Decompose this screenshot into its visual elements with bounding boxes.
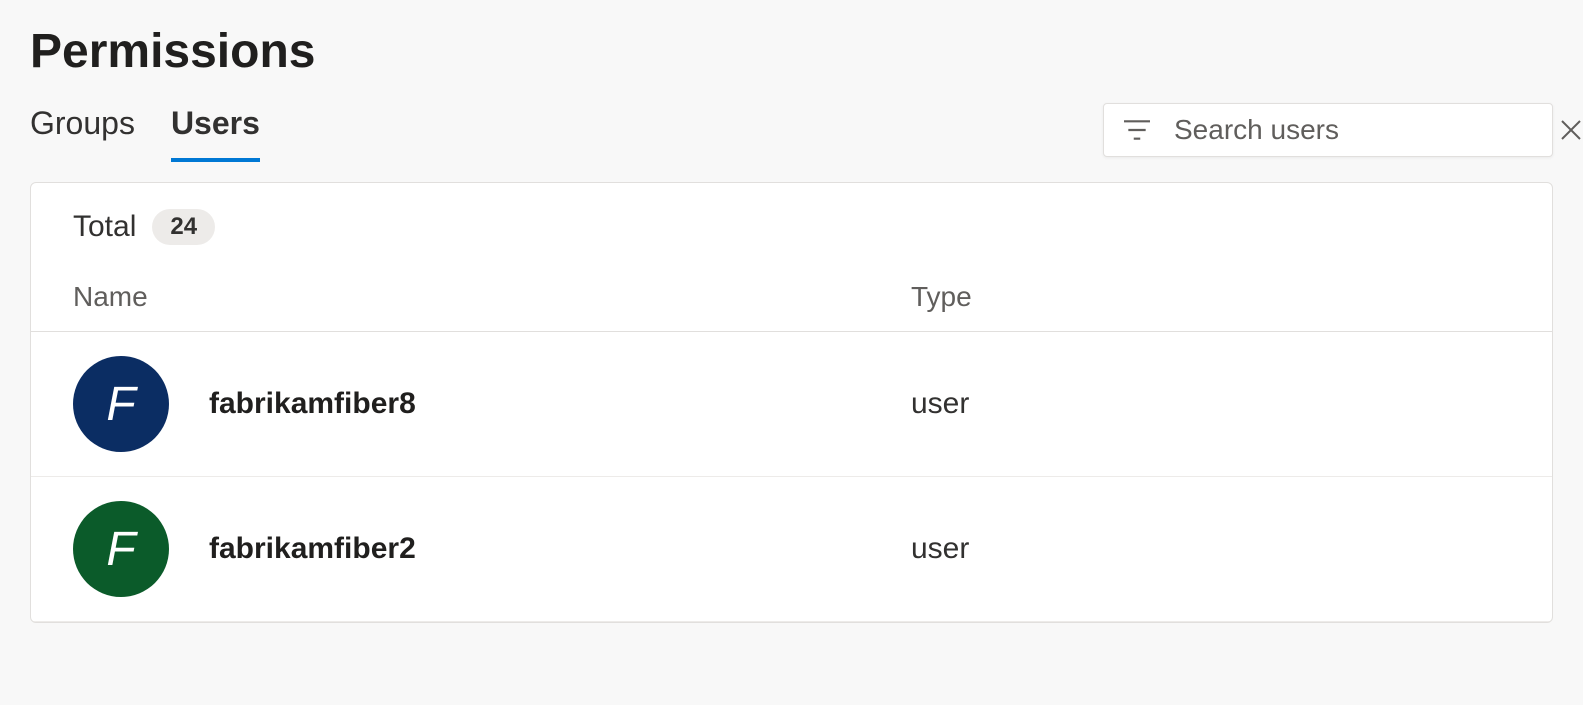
filter-icon xyxy=(1124,119,1150,141)
search-input[interactable] xyxy=(1174,114,1535,146)
cell-name: F fabrikamfiber2 xyxy=(73,501,911,597)
header-row: Groups Users xyxy=(30,97,1553,162)
table-row[interactable]: F fabrikamfiber8 user xyxy=(31,332,1552,477)
page-title: Permissions xyxy=(30,24,1553,79)
avatar: F xyxy=(73,356,169,452)
table-row[interactable]: F fabrikamfiber2 user xyxy=(31,477,1552,622)
cell-type: user xyxy=(911,387,1510,421)
column-header-type[interactable]: Type xyxy=(911,281,1510,313)
avatar: F xyxy=(73,501,169,597)
clear-search-icon[interactable] xyxy=(1559,118,1583,142)
column-header-name[interactable]: Name xyxy=(73,281,911,313)
total-row: Total 24 xyxy=(31,183,1552,263)
user-name: fabrikamfiber8 xyxy=(209,387,416,421)
total-label: Total xyxy=(73,210,136,244)
tabs: Groups Users xyxy=(30,97,260,162)
cell-name: F fabrikamfiber8 xyxy=(73,356,911,452)
search-box xyxy=(1103,103,1553,157)
tab-users[interactable]: Users xyxy=(171,97,260,162)
cell-type: user xyxy=(911,532,1510,566)
tab-groups[interactable]: Groups xyxy=(30,97,135,162)
table-header: Name Type xyxy=(31,263,1552,332)
total-count-badge: 24 xyxy=(152,209,215,245)
users-card: Total 24 Name Type F fabrikamfiber8 user… xyxy=(30,182,1553,623)
user-name: fabrikamfiber2 xyxy=(209,532,416,566)
